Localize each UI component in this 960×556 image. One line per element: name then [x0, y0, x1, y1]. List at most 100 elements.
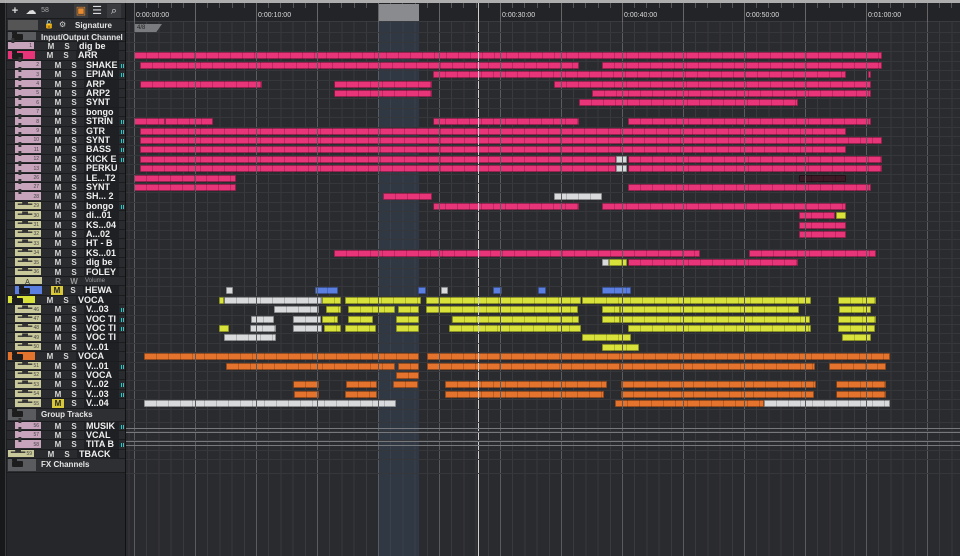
clip[interactable] — [602, 306, 620, 314]
clip[interactable] — [224, 334, 276, 342]
mute-button[interactable]: M — [52, 315, 64, 324]
clip[interactable] — [798, 231, 847, 238]
mute-button[interactable]: M — [52, 98, 64, 107]
clip[interactable] — [425, 306, 579, 314]
clip[interactable] — [537, 287, 547, 295]
solo-button[interactable]: S — [68, 136, 80, 145]
solo-button[interactable]: S — [68, 333, 80, 342]
mute-button[interactable]: M — [52, 211, 64, 220]
mute-button[interactable]: M — [52, 117, 64, 126]
track-row[interactable]: ▁▃▁ 36 M S FOLEY — [7, 264, 125, 277]
solo-button[interactable]: S — [68, 324, 80, 333]
clip[interactable] — [835, 212, 847, 220]
solo-button[interactable]: S — [68, 202, 80, 211]
clip[interactable] — [397, 306, 420, 314]
clip[interactable] — [829, 362, 886, 370]
solo-button[interactable]: S — [68, 431, 80, 440]
mute-button[interactable]: M — [52, 202, 64, 211]
solo-button[interactable]: S — [60, 296, 72, 305]
solo-button[interactable]: S — [68, 258, 80, 267]
solo-button[interactable]: S — [68, 174, 80, 183]
solo-button[interactable]: S — [68, 89, 80, 98]
mute-button[interactable]: M — [52, 249, 64, 258]
clip[interactable] — [418, 287, 426, 295]
clip[interactable] — [602, 343, 640, 351]
clip[interactable] — [396, 315, 420, 323]
time-ruler[interactable]: 0:00:00:000:00:10:000:00:20:000:00:30:00… — [126, 3, 960, 22]
solo-button[interactable]: S — [68, 145, 80, 154]
mute-button[interactable]: M — [52, 174, 64, 183]
track-row[interactable]: ▁▃▁ 59 M S TBACK — [7, 446, 125, 460]
clip[interactable] — [602, 202, 847, 210]
clip[interactable] — [602, 259, 609, 267]
clip[interactable] — [763, 400, 891, 408]
clip[interactable] — [581, 296, 812, 304]
mute-button[interactable]: M — [52, 230, 64, 239]
solo-button[interactable]: S — [68, 390, 80, 399]
mute-button[interactable]: M — [52, 380, 64, 389]
clip[interactable] — [346, 381, 377, 389]
clip[interactable] — [321, 315, 338, 323]
clip[interactable] — [334, 90, 432, 97]
clip[interactable] — [397, 362, 420, 370]
clip[interactable] — [345, 296, 421, 304]
track-row[interactable]: III 8 M S STRIN — [7, 114, 125, 127]
mute-button[interactable]: M — [51, 286, 63, 296]
solo-button[interactable]: S — [68, 315, 80, 324]
read-automation-button[interactable]: R — [52, 277, 64, 286]
solo-button[interactable]: S — [68, 268, 80, 277]
mute-button[interactable]: M — [52, 183, 64, 192]
clip[interactable] — [325, 306, 342, 314]
clip[interactable] — [619, 315, 810, 323]
clip[interactable] — [347, 315, 374, 323]
clip[interactable] — [140, 137, 882, 144]
clip[interactable] — [140, 146, 847, 154]
mute-button[interactable]: M — [52, 258, 64, 267]
mute-button[interactable]: M — [52, 155, 64, 164]
cycle-marker[interactable] — [379, 4, 420, 21]
clip[interactable] — [620, 381, 816, 389]
gear-icon[interactable]: ⚙ — [59, 20, 66, 29]
clip[interactable] — [432, 118, 580, 126]
clip[interactable] — [445, 390, 604, 398]
mute-button[interactable]: M — [52, 108, 64, 117]
solo-button[interactable]: S — [68, 422, 80, 431]
clip[interactable] — [292, 381, 320, 389]
clip[interactable] — [392, 381, 419, 389]
clip[interactable] — [602, 315, 620, 323]
clip[interactable] — [614, 400, 764, 408]
track-row[interactable]: Group Tracks — [7, 408, 125, 422]
clip[interactable] — [798, 221, 847, 229]
mute-button[interactable]: M — [52, 136, 64, 145]
mute-button[interactable]: M — [52, 221, 64, 230]
arrangement-area[interactable]: 0:00:00:000:00:10:000:00:20:000:00:30:00… — [125, 0, 960, 556]
clip[interactable] — [591, 90, 871, 97]
clip[interactable] — [396, 325, 420, 332]
clip[interactable] — [426, 362, 620, 370]
solo-button[interactable]: S — [68, 371, 80, 380]
clip[interactable] — [602, 287, 631, 295]
clip[interactable] — [868, 71, 871, 79]
clip[interactable] — [140, 80, 263, 88]
mute-button[interactable]: M — [52, 333, 64, 342]
mute-button[interactable]: M — [52, 89, 64, 98]
solo-button[interactable]: S — [68, 70, 80, 79]
mute-button[interactable]: M — [52, 362, 64, 371]
solo-button[interactable]: S — [68, 164, 80, 173]
clip[interactable] — [140, 127, 847, 135]
mute-button[interactable]: M — [52, 440, 64, 449]
clip[interactable] — [321, 296, 342, 304]
mute-button[interactable]: M — [52, 422, 64, 431]
clip[interactable] — [628, 325, 812, 332]
clip[interactable] — [425, 296, 581, 304]
track-row[interactable]: ▁▃▁ 50 M S V...01 — [7, 339, 125, 353]
solo-button[interactable]: S — [68, 230, 80, 239]
clip[interactable] — [581, 334, 631, 342]
clip[interactable] — [382, 193, 432, 201]
mute-button[interactable]: M — [45, 450, 57, 459]
clip[interactable] — [251, 315, 275, 323]
solo-button[interactable]: S — [68, 239, 80, 248]
clip[interactable] — [134, 52, 882, 60]
mute-button[interactable]: M — [52, 80, 64, 89]
track-row[interactable]: III 3 M S EPIAN — [7, 67, 125, 80]
